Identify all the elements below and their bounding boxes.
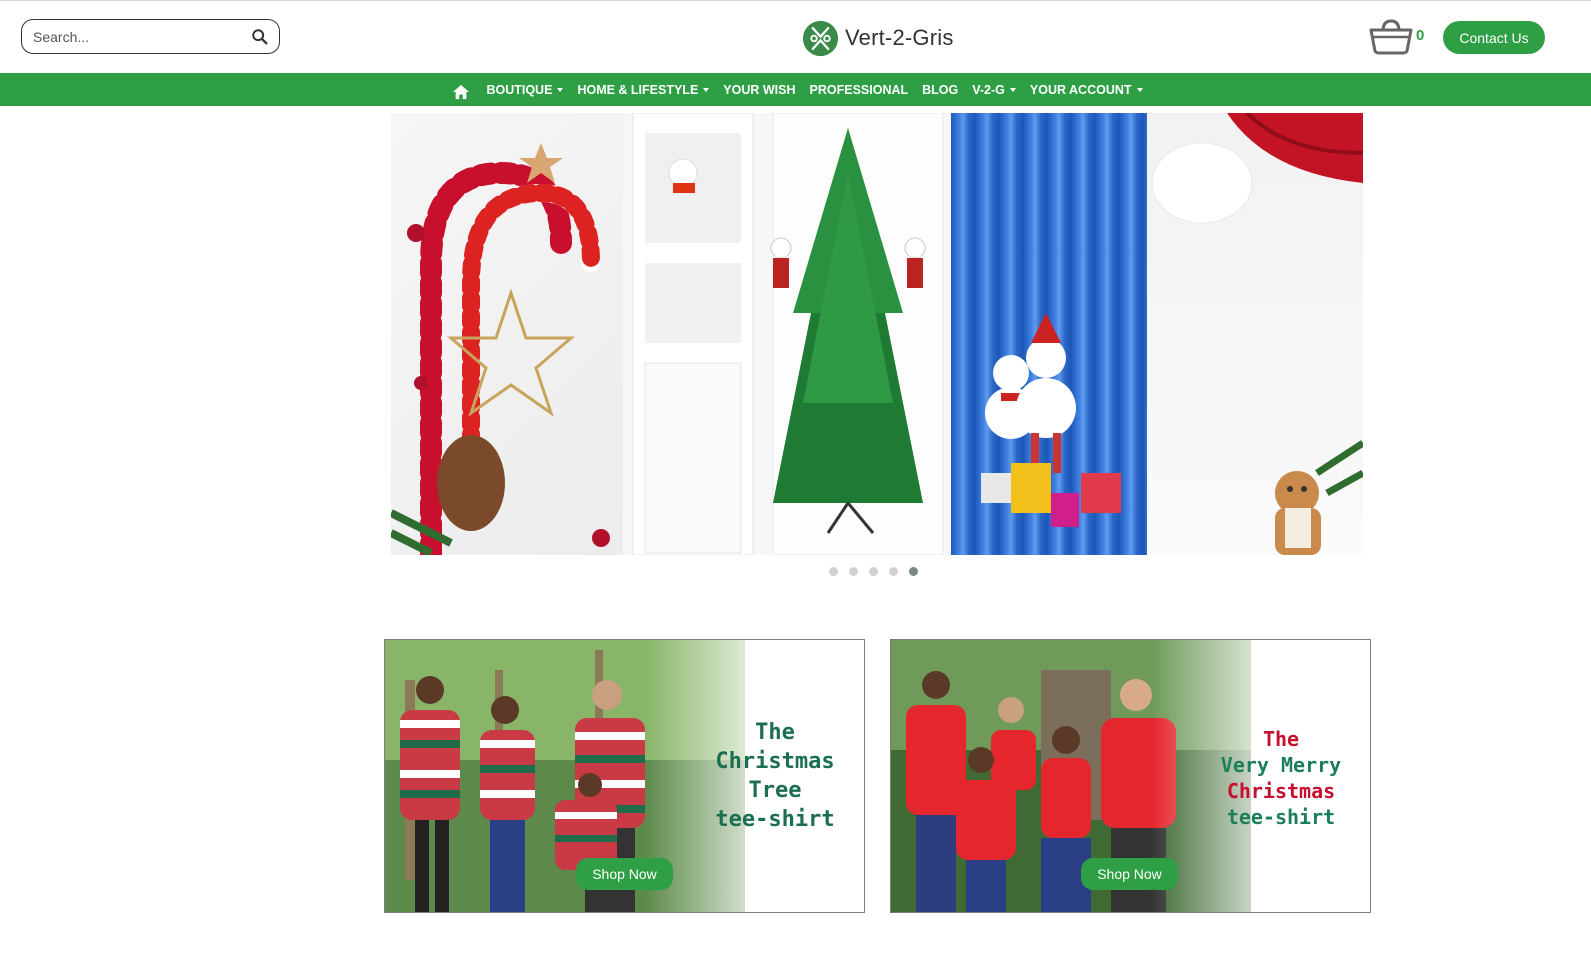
caret-down-icon [703,87,710,92]
nav-item-your-wish[interactable]: YOUR WISH [716,73,802,106]
blue-curtain-image [951,113,1147,555]
cart-count: 0 [1416,27,1425,44]
nav-item-v2g[interactable]: V-2-G [965,73,1023,106]
nav-item-your-account[interactable]: YOUR ACCOUNT [1023,73,1150,106]
search-icon[interactable] [251,28,269,46]
candy-cane-decor-image [391,113,623,555]
snowmen-gifts-illustration [981,313,1121,527]
carousel-dot[interactable] [829,567,838,576]
logo-icon [802,20,839,56]
promo-title-line: Very Merry [1220,753,1342,777]
promo-title-line: Christmas [715,749,835,774]
santa-hat-illustration [1151,113,1363,555]
search-box [21,19,280,54]
caret-down-icon [1136,87,1143,92]
carousel-indicators [829,567,918,576]
promo-card-christmas-tree-tee[interactable]: The Christmas Tree tee-shirt Shop Now [384,639,865,913]
promo-title-line: tee-shirt [1226,805,1336,829]
carousel-dot-active[interactable] [909,567,918,576]
christmas-tree-shelf-image [623,113,951,555]
nav-label: BLOG [922,82,959,97]
shop-now-button[interactable]: Shop Now [576,858,673,890]
caret-down-icon [557,87,564,92]
caret-down-icon [1009,87,1016,92]
hero-carousel-slide[interactable] [391,113,1363,555]
carousel-dot[interactable] [869,567,878,576]
nav-item-professional[interactable]: PROFESSIONAL [803,73,916,106]
promo-title: The Christmas Tree tee-shirt [700,718,850,834]
carousel-dot[interactable] [849,567,858,576]
home-icon [453,84,470,99]
main-nav: BOUTIQUE HOME & LIFESTYLE YOUR WISH PROF… [0,73,1591,106]
promo-card-very-merry-tee[interactable]: The Very Merry Christmas tee-shirt Shop … [890,639,1371,913]
promo-title-line: Tree [748,778,802,803]
promo-title-line: tee-shirt [715,807,835,832]
basket-icon[interactable] [1369,17,1413,55]
promo-title: The Very Merry Christmas tee-shirt [1206,726,1356,830]
site-header: Vert-2-Gris 0 Contact Us [0,1,1591,73]
nav-label: YOUR WISH [723,82,796,97]
site-logo[interactable]: Vert-2-Gris [802,19,954,57]
santa-hat-cookie-image [1147,113,1363,555]
nav-label: PROFESSIONAL [809,82,909,97]
logo-text: Vert-2-Gris [845,25,954,50]
candy-cane-illustration [391,143,610,555]
nav-item-home-lifestyle[interactable]: HOME & LIFESTYLE [570,73,716,106]
search-input[interactable] [33,28,233,45]
carousel-dot[interactable] [889,567,898,576]
promo-title-line: Christmas [1226,779,1336,803]
nav-label: V-2-G [972,82,1005,97]
shop-now-button[interactable]: Shop Now [1081,858,1178,890]
nav-label: BOUTIQUE [486,82,553,97]
contact-us-button[interactable]: Contact Us [1443,21,1545,54]
nav-label: YOUR ACCOUNT [1029,82,1132,97]
promo-title-line: The [755,720,795,745]
nav-label: HOME & LIFESTYLE [577,82,699,97]
promo-title-line: The [1262,727,1300,751]
christmas-tree-illustration [632,113,944,555]
nav-item-blog[interactable]: BLOG [915,73,965,106]
nav-home[interactable] [445,73,479,106]
nav-item-boutique[interactable]: BOUTIQUE [479,73,570,106]
